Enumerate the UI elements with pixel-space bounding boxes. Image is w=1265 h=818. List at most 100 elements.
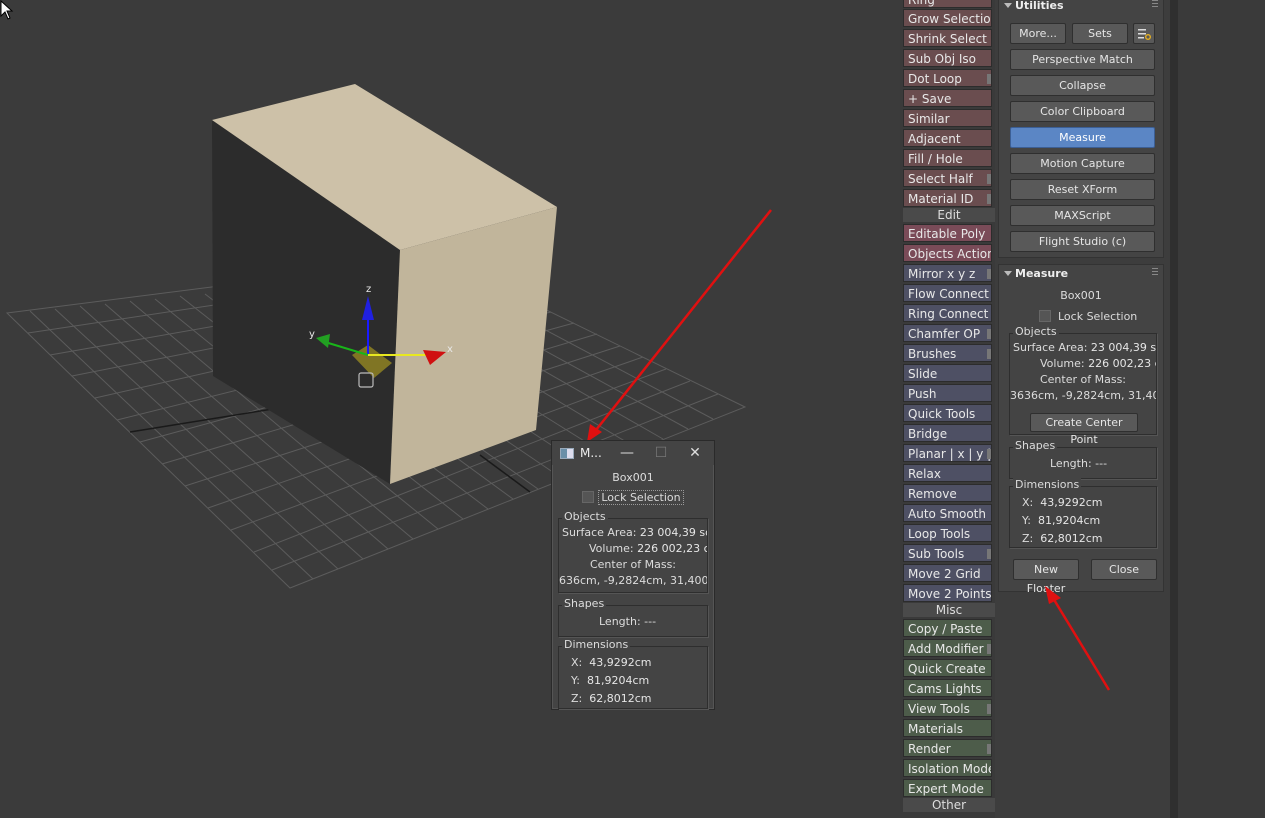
tool-edit-1[interactable]: Objects Actions — [903, 244, 992, 262]
flyout-notch-icon — [987, 174, 991, 184]
lock-selection-checkbox[interactable] — [582, 491, 595, 503]
tool-edit-3[interactable]: Flow Connect — [903, 284, 992, 302]
flyout-notch-icon — [987, 644, 991, 654]
tool-misc-3[interactable]: Cams Lights — [903, 679, 992, 697]
more-button[interactable]: More... — [1010, 23, 1066, 44]
tool-edit-18-label: Move 2 Points — [908, 587, 992, 601]
measure-floater-window[interactable]: M... — ☐ ✕ Box001 Lock Selection Objects… — [551, 440, 715, 710]
tool-edit-5-label: Chamfer OP — [908, 327, 981, 341]
utility-button-collapse[interactable]: Collapse — [1010, 75, 1155, 96]
tool-misc-1-label: Add Modifier — [908, 642, 984, 656]
tool-edit-5[interactable]: Chamfer OP — [903, 324, 992, 342]
edit-section-title: Edit — [903, 208, 995, 222]
tool-ring[interactable]: Ring — [903, 0, 992, 8]
utilities-rollout-header[interactable]: Utilities — [999, 0, 1163, 15]
utility-button-motion-capture[interactable]: Motion Capture — [1010, 153, 1155, 174]
tool-select-6[interactable]: Adjacent — [903, 129, 992, 147]
tool-misc-1[interactable]: Add Modifier — [903, 639, 992, 657]
tool-misc-4-label: View Tools — [908, 702, 970, 716]
tool-select-8[interactable]: Select Half — [903, 169, 992, 187]
tool-misc-8[interactable]: Expert Mode — [903, 779, 992, 797]
tool-select-2[interactable]: Sub Obj Iso — [903, 49, 992, 67]
objects-group-title: Objects — [562, 510, 608, 523]
floater-titlebar[interactable]: M... — ☐ ✕ — [552, 441, 714, 465]
utility-button-reset-xform[interactable]: Reset XForm — [1010, 179, 1155, 200]
flyout-notch-icon — [987, 349, 991, 359]
tool-misc-7[interactable]: Isolation Mode — [903, 759, 992, 777]
utility-button-perspective-match[interactable]: Perspective Match — [1010, 49, 1155, 70]
tool-edit-12[interactable]: Relax — [903, 464, 992, 482]
app-root: x y z M... — ☐ ✕ Box001 Lock Selection O… — [0, 0, 1265, 818]
dim-y-label: Y: — [1022, 514, 1031, 527]
command-panel-scrollbar[interactable] — [1170, 0, 1178, 818]
close-icon[interactable]: ✕ — [678, 445, 712, 461]
tool-select-7-label: Fill / Hole — [908, 152, 963, 166]
tool-misc-2[interactable]: Quick Create — [903, 659, 992, 677]
utility-button-flight-studio-c[interactable]: Flight Studio (c) — [1010, 231, 1155, 252]
tool-edit-8[interactable]: Push — [903, 384, 992, 402]
tool-edit-16[interactable]: Sub Tools — [903, 544, 992, 562]
measure-shapes-group: Shapes Length: --- — [1009, 439, 1157, 479]
tool-edit-17[interactable]: Move 2 Grid — [903, 564, 992, 582]
utility-button-measure[interactable]: Measure — [1010, 127, 1155, 148]
utility-button-color-clipboard[interactable]: Color Clipboard — [1010, 101, 1155, 122]
tool-ring-label: Ring — [908, 0, 935, 7]
minimize-icon[interactable]: — — [610, 445, 644, 461]
tool-edit-11[interactable]: Planar | x | y | z — [903, 444, 992, 462]
floater-title: M... — [580, 446, 602, 460]
box001-mesh[interactable] — [212, 84, 557, 484]
tool-edit-2[interactable]: Mirror x y z — [903, 264, 992, 282]
create-center-point-button[interactable]: Create Center Point — [1030, 413, 1138, 446]
tool-misc-6[interactable]: Render — [903, 739, 992, 757]
tool-select-4[interactable]: + Save — [903, 89, 992, 107]
tool-select-3-label: Dot Loop — [908, 72, 962, 86]
rollout-grip-icon — [1152, 268, 1158, 276]
lock-selection-checkbox[interactable] — [1039, 310, 1051, 322]
tool-edit-13-label: Remove — [908, 487, 957, 501]
tool-edit-4-label: Ring Connect — [908, 307, 989, 321]
config-sets-icon[interactable] — [1133, 23, 1155, 44]
tool-edit-7-label: Slide — [908, 367, 938, 381]
tool-edit-2-label: Mirror x y z — [908, 267, 976, 281]
tool-edit-0[interactable]: Editable Poly — [903, 224, 992, 242]
tool-edit-13[interactable]: Remove — [903, 484, 992, 502]
sets-button[interactable]: Sets — [1072, 23, 1128, 44]
tool-edit-4[interactable]: Ring Connect — [903, 304, 992, 322]
volume-label: Volume: — [1040, 357, 1085, 370]
dim-z-value: 62,8012cm — [589, 692, 652, 705]
misc-section-title: Misc — [903, 603, 995, 617]
length-value: --- — [644, 615, 657, 628]
tool-edit-6[interactable]: Brushes — [903, 344, 992, 362]
tool-edit-18[interactable]: Move 2 Points — [903, 584, 992, 602]
tool-select-0[interactable]: Grow Selection — [903, 9, 992, 27]
tool-misc-4[interactable]: View Tools — [903, 699, 992, 717]
tool-edit-7[interactable]: Slide — [903, 364, 992, 382]
utilities-rollout: Utilities More... Sets Perspective Match… — [998, 0, 1164, 258]
tool-select-5[interactable]: Similar — [903, 109, 992, 127]
surface-area-value: 23 004,39 sq — [1090, 341, 1156, 354]
dim-z-label: Z: — [1022, 532, 1034, 545]
close-button[interactable]: Close — [1091, 559, 1157, 580]
maximize-icon[interactable]: ☐ — [644, 445, 678, 461]
tool-edit-9[interactable]: Quick Tools — [903, 404, 992, 422]
tool-edit-14[interactable]: Auto Smooth — [903, 504, 992, 522]
flyout-notch-icon — [987, 449, 991, 459]
tool-edit-8-label: Push — [908, 387, 937, 401]
tool-select-7[interactable]: Fill / Hole — [903, 149, 992, 167]
measure-lock-selection[interactable]: Lock Selection — [1039, 307, 1140, 325]
flyout-notch-icon — [987, 329, 991, 339]
perspective-viewport[interactable]: x y z M... — ☐ ✕ Box001 Lock Selection O… — [0, 0, 900, 818]
measure-rollout-header[interactable]: Measure — [999, 265, 1163, 283]
tool-select-9[interactable]: Material ID — [903, 189, 992, 207]
tool-edit-10[interactable]: Bridge — [903, 424, 992, 442]
tool-misc-0[interactable]: Copy / Paste — [903, 619, 992, 637]
tool-select-3[interactable]: Dot Loop — [903, 69, 992, 87]
tool-edit-3-label: Flow Connect — [908, 287, 989, 301]
tool-misc-5[interactable]: Materials — [903, 719, 992, 737]
floater-lock-selection[interactable]: Lock Selection — [552, 488, 714, 506]
tool-edit-15[interactable]: Loop Tools — [903, 524, 992, 542]
new-floater-button[interactable]: New Floater — [1013, 559, 1079, 595]
utility-button-maxscript[interactable]: MAXScript — [1010, 205, 1155, 226]
center-of-mass-label: Center of Mass: — [589, 558, 677, 571]
tool-select-1[interactable]: Shrink Select — [903, 29, 992, 47]
